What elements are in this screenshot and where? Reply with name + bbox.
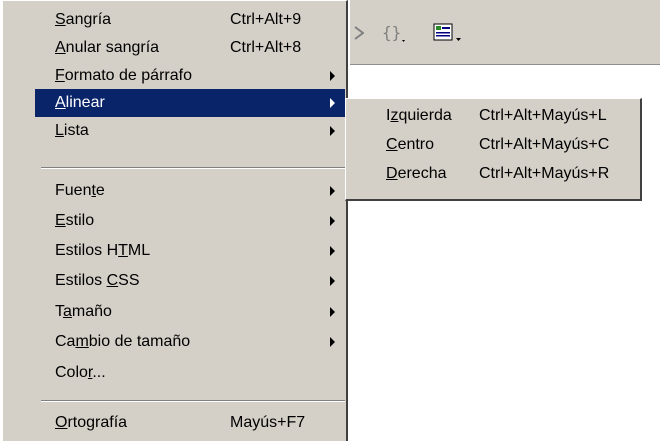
menu-item-label: Lista	[55, 122, 89, 139]
submenu-item-shortcut: Ctrl+Alt+Mayús+C	[479, 136, 610, 153]
format-menu: Sangría Ctrl+Alt+9 Anular sangría Ctrl+A…	[2, 0, 348, 441]
menu-item-fuente[interactable]: Fuente	[35, 177, 345, 205]
menu-item-tamano[interactable]: Tamaño	[35, 298, 345, 326]
submenu-arrow-icon	[330, 71, 335, 81]
toolbar: {}	[350, 0, 660, 65]
submenu-item-shortcut: Ctrl+Alt+Mayús+R	[479, 165, 610, 182]
menu-item-label: Color...	[55, 364, 106, 381]
menu-item-estilos-css[interactable]: Estilos CSS	[35, 267, 345, 295]
menu-item-label: Alinear	[55, 94, 105, 111]
menu-item-ortografia[interactable]: Ortografía Mayús+F7	[35, 409, 345, 437]
play-icon[interactable]	[354, 22, 364, 44]
menu-item-color[interactable]: Color...	[35, 359, 345, 387]
submenu-item-derecha[interactable]: Derecha Ctrl+Alt+Mayús+R	[346, 161, 640, 187]
submenu-arrow-icon	[330, 276, 335, 286]
menu-item-estilos-html[interactable]: Estilos HTML	[35, 237, 345, 265]
submenu-arrow-icon	[330, 98, 335, 108]
submenu-arrow-icon	[330, 126, 335, 136]
submenu-item-izquierda[interactable]: Izquierda Ctrl+Alt+Mayús+L	[346, 103, 640, 129]
align-submenu: Izquierda Ctrl+Alt+Mayús+L Centro Ctrl+A…	[345, 98, 642, 201]
menu-item-sangria[interactable]: Sangría Ctrl+Alt+9	[35, 6, 345, 34]
menu-item-estilo[interactable]: Estilo	[35, 207, 345, 235]
menu-item-label: Cambio de tamaño	[55, 333, 191, 350]
menu-item-shortcut: Ctrl+Alt+8	[230, 39, 302, 56]
menu-item-cambio-tamano[interactable]: Cambio de tamaño	[35, 328, 345, 356]
submenu-item-shortcut: Ctrl+Alt+Mayús+L	[479, 107, 607, 124]
menu-item-shortcut: Ctrl+Alt+9	[230, 11, 302, 28]
submenu-item-label: Izquierda	[386, 107, 452, 124]
submenu-item-centro[interactable]: Centro Ctrl+Alt+Mayús+C	[346, 132, 640, 158]
menu-item-label: Estilos HTML	[55, 242, 151, 259]
menu-item-label: Ortografía	[55, 414, 128, 431]
menu-separator	[41, 167, 345, 169]
submenu-item-label: Centro	[386, 136, 435, 153]
submenu-arrow-icon	[330, 307, 335, 317]
submenu-arrow-icon	[330, 337, 335, 347]
submenu-arrow-icon	[330, 246, 335, 256]
menu-item-label: Formato de párrafo	[55, 67, 192, 84]
menu-item-label: Anular sangría	[55, 39, 160, 56]
menu-item-alinear[interactable]: Alinear	[35, 89, 345, 117]
menu-item-label: Estilos CSS	[55, 272, 140, 289]
svg-text:{}: {}	[382, 23, 401, 42]
menu-item-formato-parrafo[interactable]: Formato de párrafo	[35, 62, 345, 90]
submenu-item-label: Derecha	[386, 165, 447, 182]
menu-separator	[41, 400, 345, 402]
braces-icon[interactable]: {}	[382, 22, 410, 44]
menu-item-label: Fuente	[55, 182, 105, 199]
menu-item-label: Estilo	[55, 212, 95, 229]
menu-item-label: Sangría	[55, 11, 112, 28]
list-icon[interactable]	[432, 22, 464, 44]
submenu-arrow-icon	[330, 216, 335, 226]
menu-item-shortcut: Mayús+F7	[230, 414, 306, 431]
menu-item-lista[interactable]: Lista	[35, 117, 345, 145]
submenu-arrow-icon	[330, 186, 335, 196]
menu-item-anular-sangria[interactable]: Anular sangría Ctrl+Alt+8	[35, 34, 345, 62]
menu-item-label: Tamaño	[55, 303, 112, 320]
